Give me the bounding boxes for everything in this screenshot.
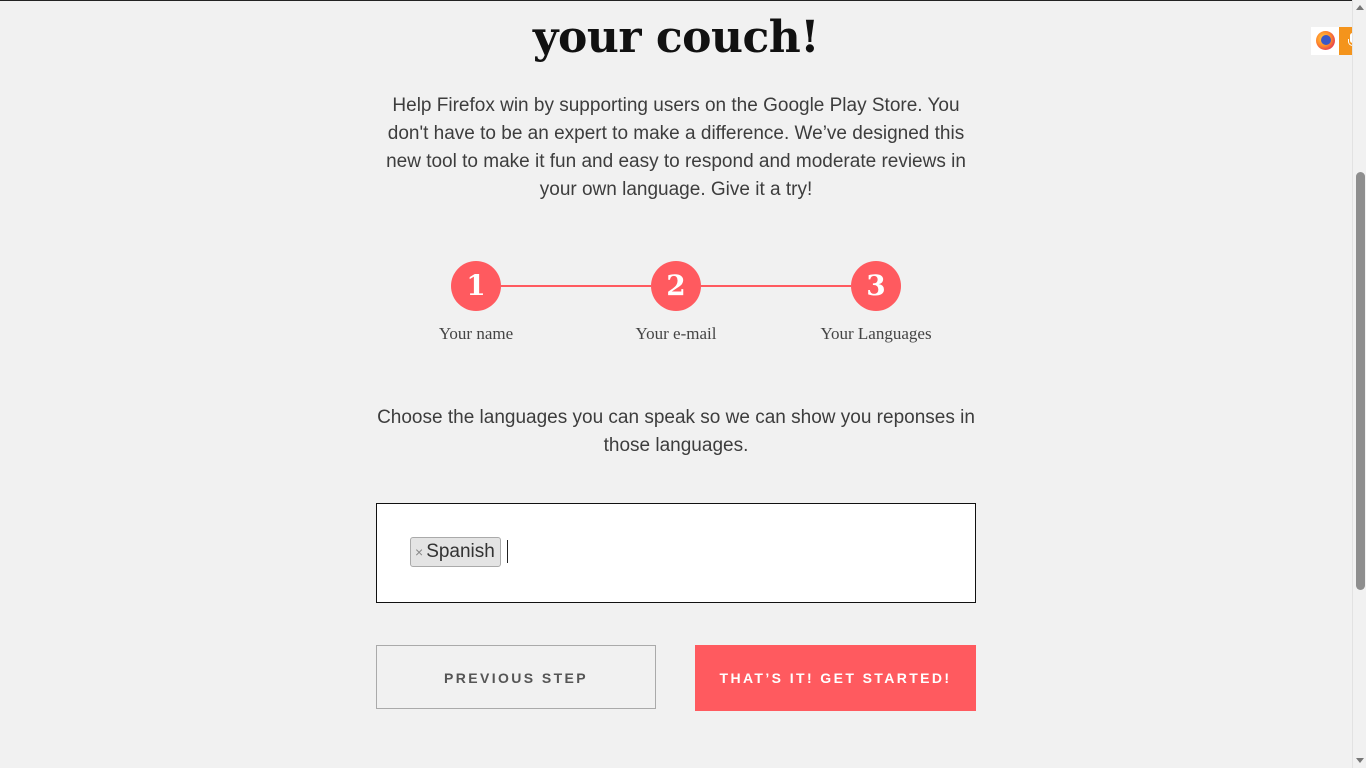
step-connector-1-2	[501, 285, 651, 287]
page-title: your couch!	[532, 12, 820, 63]
scroll-down-icon[interactable]	[1356, 758, 1364, 763]
scrollbar-thumb[interactable]	[1356, 172, 1365, 590]
text-caret	[507, 540, 508, 563]
vertical-scrollbar[interactable]	[1352, 0, 1366, 768]
previous-step-button[interactable]: PREVIOUS STEP	[376, 645, 656, 709]
intro-text: Help Firefox win by supporting users on …	[386, 95, 966, 200]
progress-stepper: 1 2 3 Your name Your e-mail Your Languag…	[376, 260, 976, 360]
firefox-icon[interactable]	[1311, 27, 1339, 55]
step-3-circle[interactable]: 3	[851, 261, 901, 311]
firefox-logo-globe	[1321, 35, 1331, 45]
step-2-circle[interactable]: 2	[651, 261, 701, 311]
languages-prompt: Choose the languages you can speak so we…	[377, 407, 975, 456]
get-started-button[interactable]: THAT’S IT! GET STARTED!	[695, 645, 976, 711]
step-2-label: Your e-mail	[635, 324, 717, 343]
remove-language-icon[interactable]: ×	[415, 544, 423, 560]
step-1-label: Your name	[438, 324, 514, 343]
selected-language-tag: × Spanish	[410, 537, 501, 567]
selected-language-label: Spanish	[426, 541, 495, 562]
scroll-up-icon[interactable]	[1356, 5, 1364, 10]
step-1-circle[interactable]: 1	[451, 261, 501, 311]
language-select-input[interactable]: × Spanish	[376, 503, 976, 603]
step-3-label: Your Languages	[820, 324, 932, 343]
window-top-border	[0, 0, 1366, 1]
step-connector-2-3	[701, 285, 851, 287]
